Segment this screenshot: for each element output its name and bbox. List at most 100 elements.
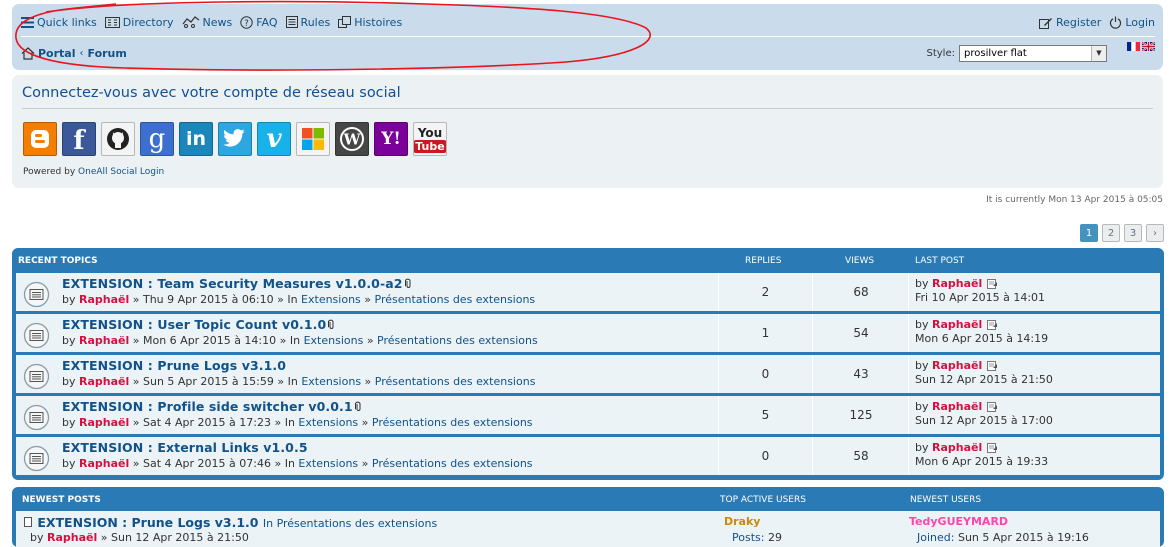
facebook-icon[interactable]: f [62,122,96,156]
recent-topics-block: RECENT TOPICS REPLIES VIEWS LAST POST EX… [12,248,1164,480]
topic-forum-link[interactable]: Extensions [304,334,364,347]
news-icon [182,16,199,28]
navbar-top-row: Quick links Directory News ? FAQ Rules H… [21,14,1155,30]
yahoo-icon[interactable]: Y! [374,122,408,156]
github-icon[interactable] [101,122,135,156]
view-latest-post-icon[interactable] [987,320,998,330]
view-latest-post-icon[interactable] [987,361,998,371]
rules-link[interactable]: Rules [285,16,330,29]
current-time: It is currently Mon 13 Apr 2015 à 05:05 [986,195,1163,205]
last-post-author[interactable]: Raphaël [932,441,982,455]
topic-subforum-link[interactable]: Présentations des extensions [375,375,536,388]
topic-title[interactable]: EXTENSION : Profile side switcher v0.0.1 [62,399,362,414]
topic-title[interactable]: EXTENSION : Prune Logs v3.1.0 [62,358,288,373]
topic-last-post: by Raphaël Fri 10 Apr 2015 à 14:01 [915,277,1045,305]
last-post-author[interactable]: Raphaël [932,277,982,291]
newest-post-title[interactable]: EXTENSION : Prune Logs v3.1.0 In Présent… [24,515,437,530]
topic-author[interactable]: Raphaël [79,457,129,470]
topic-subforum-link[interactable]: Présentations des extensions [372,457,533,470]
news-label: News [202,15,233,29]
topic-row: EXTENSION : Profile side switcher v0.0.1… [16,396,1160,434]
youtube-you-text: You [417,125,443,140]
breadcrumb-forum[interactable]: Forum [88,47,127,60]
newest-post-forum[interactable]: In Présentations des extensions [263,517,437,530]
faq-link[interactable]: ? FAQ [240,15,278,29]
topic-subforum-link[interactable]: Présentations des extensions [375,293,536,306]
social-divider [22,108,1153,109]
topic-author[interactable]: Raphaël [79,375,129,388]
newest-post-author[interactable]: Raphaël [47,531,97,544]
topic-subforum-link[interactable]: Présentations des extensions [377,334,538,347]
rules-icon [285,16,298,28]
windows-live-icon[interactable] [296,122,330,156]
topic-by: by [62,375,76,388]
view-latest-post-icon[interactable] [987,443,998,453]
register-link[interactable]: Register [1039,16,1101,29]
topic-forum-link[interactable]: Extensions [301,375,361,388]
faq-label: FAQ [256,15,278,29]
news-link[interactable]: News [182,15,233,29]
page-3-button[interactable]: 3 [1124,224,1142,242]
topic-row: EXTENSION : External Links v1.0.5 by Rap… [16,437,1160,475]
top-active-user[interactable]: Draky [724,515,760,528]
uk-flag-icon[interactable] [1142,41,1155,51]
google-icon[interactable]: g [140,122,174,156]
topic-forum-link[interactable]: Extensions [298,457,358,470]
topic-views: 54 [814,314,909,352]
view-latest-post-icon[interactable] [987,279,998,289]
topic-title[interactable]: EXTENSION : User Topic Count v0.1.0 [62,317,335,332]
directory-link[interactable]: Directory [104,16,174,29]
page-2-button[interactable]: 2 [1102,224,1120,242]
blogger-icon[interactable] [23,122,57,156]
social-login-panel: Connectez-vous avec votre compte de rése… [12,75,1163,188]
linkedin-icon[interactable]: in [179,122,213,156]
wordpress-icon[interactable]: W [335,122,369,156]
style-select[interactable]: prosilver flat ▼ [959,44,1107,62]
topic-forum-link[interactable]: Extensions [301,293,361,306]
topic-row: EXTENSION : Team Security Measures v1.0.… [16,273,1160,311]
topic-replies: 5 [718,396,813,434]
next-page-button[interactable]: › [1146,224,1164,242]
topic-title-text: EXTENSION : User Topic Count v0.1.0 [62,317,327,332]
topic-forum-link[interactable]: Extensions [298,416,358,429]
topic-subforum-link[interactable]: Présentations des extensions [372,416,533,429]
newest-user[interactable]: TedyGUEYMARD [909,515,1008,528]
topic-read-icon [23,322,50,349]
quick-links-menu[interactable]: Quick links [21,16,97,29]
register-label: Register [1056,15,1102,29]
topic-last-post: by Raphaël Sun 12 Apr 2015 à 17:00 [915,400,1053,428]
page-1-button[interactable]: 1 [1080,224,1098,242]
topic-last-post: by Raphaël Mon 6 Apr 2015 à 19:33 [915,441,1048,469]
login-link[interactable]: Login [1109,16,1155,29]
topic-title-text: EXTENSION : Prune Logs v3.1.0 [62,358,287,373]
newest-post-meta: by Raphaël » Sun 12 Apr 2015 à 21:50 [30,531,249,544]
topic-author[interactable]: Raphaël [79,334,129,347]
breadcrumb-portal[interactable]: Portal [21,47,76,60]
youtube-icon[interactable]: You Tube [413,122,447,156]
topic-author[interactable]: Raphaël [79,293,129,306]
topic-sep: » [364,375,372,388]
topic-author[interactable]: Raphaël [79,416,129,429]
last-post-author[interactable]: Raphaël [932,318,982,332]
topic-read-icon [23,363,50,390]
topic-title-text: EXTENSION : Team Security Measures v1.0.… [62,276,403,291]
topic-meta: by Raphaël » Sat 4 Apr 2015 à 17:23 » In… [62,416,533,429]
topic-views: 68 [814,273,909,311]
oneall-link[interactable]: OneAll Social Login [78,167,164,177]
histoires-link[interactable]: Histoires [338,16,402,29]
histoires-label: Histoires [354,15,403,29]
last-post-author[interactable]: Raphaël [932,400,982,414]
vimeo-icon[interactable]: v [257,122,291,156]
topic-meta: by Raphaël » Mon 6 Apr 2015 à 14:10 » In… [62,334,538,347]
twitter-icon[interactable] [218,122,252,156]
view-latest-post-icon[interactable] [987,402,998,412]
french-flag-icon[interactable] [1127,41,1140,51]
last-post-date: Fri 10 Apr 2015 à 14:01 [915,291,1046,304]
topic-title[interactable]: EXTENSION : Team Security Measures v1.0.… [62,276,412,291]
topic-title[interactable]: EXTENSION : External Links v1.0.5 [62,440,310,455]
last-post-author[interactable]: Raphaël [932,359,982,373]
topic-date: » Mon 6 Apr 2015 à 14:10 » In [132,334,301,347]
topic-sep: » [361,416,369,429]
top-active-posts: Posts: 29 [732,531,782,544]
topic-sep: » [366,334,374,347]
